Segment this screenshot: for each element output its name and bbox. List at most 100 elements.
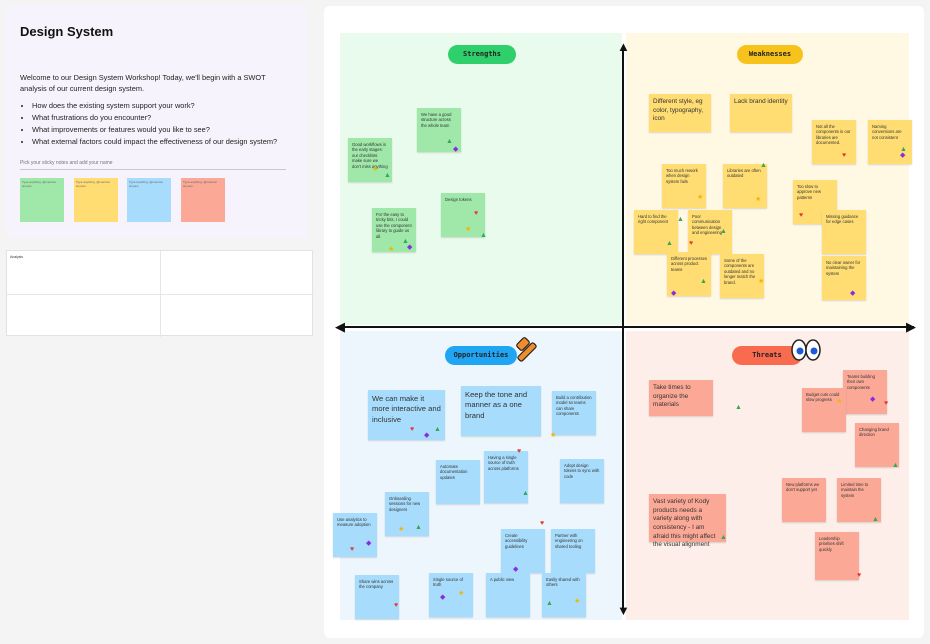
arrow-down-icon: ▼ [617,603,630,618]
sticky-note[interactable]: Lack brand identity [730,94,792,132]
heart-icon: ♥ [474,210,479,217]
heart-icon: ♥ [410,426,415,433]
sticky-note[interactable]: Single source of truth [429,573,473,617]
arrow-up-icon: ▲ [617,39,630,54]
heart-icon: ♥ [689,240,694,247]
star-reaction-icon: ★ [465,226,472,233]
sticky-note[interactable]: Onboarding sessions for new designers [385,492,429,536]
weaknesses-label: Weaknesses [737,45,803,64]
thumbs-up-icon: ▲ [872,516,879,523]
sticky-note[interactable]: Not all the components in our libraries … [812,120,856,164]
sticky-note[interactable]: Build a contribution model so teams can … [552,391,596,435]
analysis-frame[interactable]: Analysis [6,250,314,337]
question-item: What external factors could impact the e… [32,136,293,148]
sticky-note[interactable]: Teams building their own components [843,370,887,414]
thumbs-up-icon: ▲ [760,162,767,169]
sticky-note[interactable]: Adopt design tokens to sync with code [560,459,604,503]
thumbs-up-icon: ▲ [480,232,487,239]
sticky-note[interactable]: Too much rework when design system fails [662,164,706,208]
cursor-icon: ◆ [424,432,430,439]
sticky-note[interactable]: A public view [486,573,530,617]
cursor-icon: ◆ [671,290,677,297]
grid-line [7,294,314,295]
analysis-label: Analysis [10,255,24,259]
thumbs-up-icon: ▲ [384,172,391,179]
horizontal-axis [342,326,914,328]
thumbs-up-icon: ▲ [446,138,453,145]
thumbs-up-icon: ▲ [546,600,553,607]
arrow-right-icon: ▶ [906,319,916,334]
star-reaction-icon: ★ [697,194,704,201]
star-reaction-icon: ★ [372,166,379,173]
cursor-icon: ◆ [870,396,876,403]
star-reaction-icon: ★ [836,398,843,405]
sticky-note[interactable]: Vast variety of Kody products needs a va… [649,494,726,548]
opportunities-label: Opportunities [445,346,517,365]
question-list: How does the existing system support you… [20,100,293,147]
star-reaction-icon: ★ [388,246,395,253]
sticky-note[interactable]: Hard to find the right component [634,210,678,254]
sticky-note[interactable]: Keep the tone and manner as a one brand [461,386,541,436]
heart-icon: ♥ [884,400,889,407]
page-title: Design System [20,24,114,39]
intro-paragraph: Welcome to our Design System Workshop! T… [20,73,266,93]
sticky-note[interactable]: Budget cuts could slow progress [802,388,846,432]
sticky-note[interactable]: Some of the components are outdated and … [720,254,764,298]
sticky-note[interactable]: Create accessibility guidelines [501,529,545,573]
sticky-note[interactable]: Share wins across the company [355,575,399,619]
thumbs-up-icon: ▲ [900,146,907,153]
star-reaction-icon: ★ [574,598,581,605]
heart-icon: ♥ [517,448,522,455]
thumbs-up-icon: ▲ [735,404,742,411]
sticky-swatch-yellow[interactable]: Type anything, @mention anyone [74,178,118,222]
thumbs-up-icon: ▲ [700,278,707,285]
cursor-icon: ◆ [440,594,446,601]
sticky-note[interactable]: Leadership priorities shift quickly [815,532,859,580]
thumbs-up-icon: ▲ [522,490,529,497]
sticky-note[interactable]: Naming conventions are not consistent [868,120,912,164]
cursor-icon: ◆ [900,152,906,159]
star-reaction-icon: ★ [755,196,762,203]
thumbs-up-icon: ▲ [434,426,441,433]
sticky-note[interactable]: Different style, eg color, typography, i… [649,94,711,132]
heart-icon: ♥ [350,546,355,553]
cursor-icon: ◆ [366,540,372,547]
thumbs-up-icon: ▲ [892,462,899,469]
sticky-swatch-red[interactable]: Type anything, @mention anyone [181,178,225,222]
sticky-note[interactable]: Use analytics to measure adoption [333,513,377,557]
heart-icon: ♥ [540,520,545,527]
eyes-icon [790,338,822,362]
question-item: What frustrations do you encounter? [32,112,293,124]
pick-label: Pick your sticky notes and add your name [20,159,113,166]
sticky-note[interactable]: New platforms we don't support yet [782,478,826,522]
star-reaction-icon: ★ [398,526,405,533]
heart-icon: ♥ [394,602,399,609]
sticky-note[interactable]: Take times to organize the materials [649,380,713,416]
arrow-left-icon: ◀ [335,319,345,334]
cursor-icon: ◆ [513,566,519,573]
thumbs-up-icon: ▲ [720,228,727,235]
sticky-note[interactable]: Design tokens [441,193,485,237]
sticky-note[interactable]: Automate documentation updates [436,460,480,504]
sticky-note[interactable]: Changing brand direction [855,423,899,467]
vertical-axis [622,46,624,612]
sticky-swatch-green[interactable]: Type anything, @mention anyone [20,178,64,222]
star-reaction-icon: ★ [758,278,765,285]
sticky-note[interactable]: No clear owner for maintaining the syste… [822,256,866,300]
thumbs-up-icon: ▲ [415,524,422,531]
sticky-note[interactable]: Partner with engineering on shared tooli… [551,529,595,573]
cursor-icon: ◆ [407,244,413,251]
thumbs-up-icon: ▲ [677,216,684,223]
strengths-label: Strengths [448,45,516,64]
question-item: How does the existing system support you… [32,100,293,112]
star-reaction-icon: ★ [458,590,465,597]
thumbs-up-icon: ▲ [720,534,727,541]
sticky-swatch-blue[interactable]: Type anything, @mention anyone [127,178,171,222]
sticky-note[interactable]: Easily shared with others [542,573,586,617]
thumbs-up-icon: ▲ [666,240,673,247]
cursor-icon: ◆ [850,290,856,297]
heart-icon: ♥ [857,572,862,579]
sticky-note[interactable]: Missing guidance for edge cases [822,210,866,254]
heart-icon: ♥ [842,152,847,159]
heart-icon: ♥ [799,212,804,219]
